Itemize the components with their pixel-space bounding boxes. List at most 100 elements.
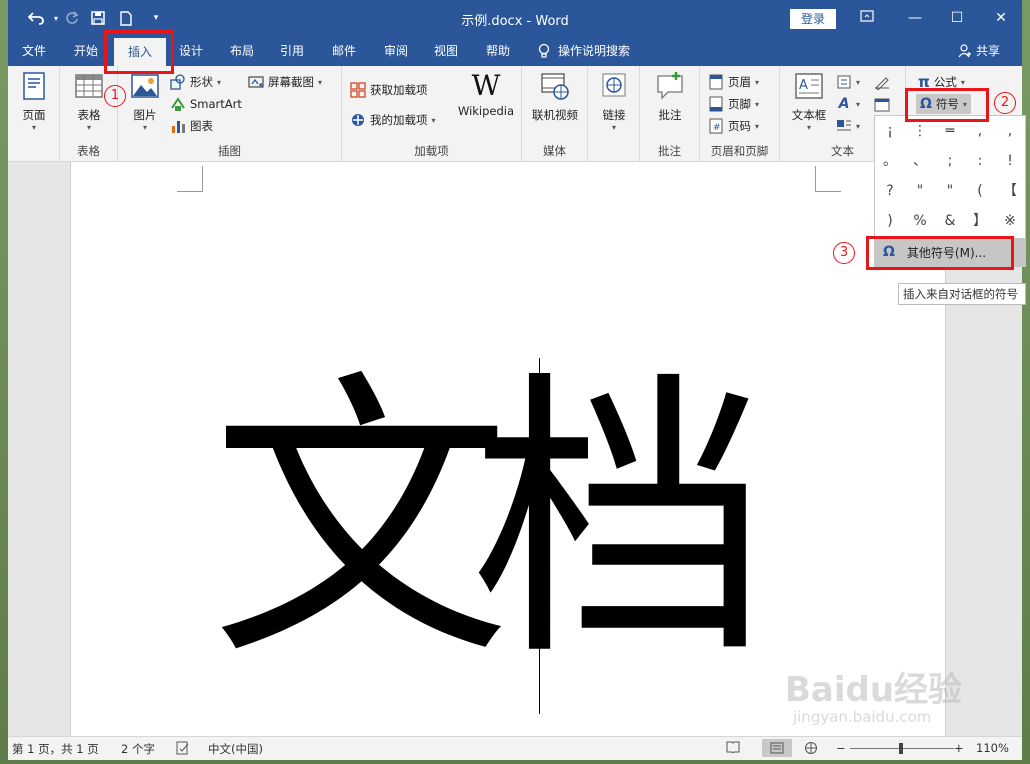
tab-file[interactable]: 文件 <box>14 36 54 66</box>
page-icon <box>23 72 45 100</box>
shapes-icon <box>170 74 185 90</box>
text-cursor <box>539 358 540 714</box>
quick-parts-button[interactable]: ▾ <box>836 72 860 92</box>
footer-button[interactable]: 页脚 ▾ <box>708 94 759 114</box>
symbol-cell[interactable]: ) <box>875 206 905 236</box>
tell-me-label: 操作说明搜索 <box>558 44 631 58</box>
group-media: 联机视频 媒体 <box>522 66 588 162</box>
page-number-button[interactable]: # 页码 ▾ <box>708 116 759 136</box>
pages-label: 页面 <box>22 108 46 122</box>
zoom-slider-thumb[interactable] <box>899 743 903 754</box>
annotation-box-symbol <box>905 88 989 122</box>
print-layout-icon[interactable] <box>762 739 792 757</box>
symbol-cell[interactable]: & <box>935 206 965 236</box>
zoom-level[interactable]: 110% <box>976 741 1009 755</box>
chevron-down-icon: ▾ <box>611 123 616 132</box>
page-count[interactable]: 第 1 页，共 1 页 <box>12 741 99 757</box>
symbol-cell[interactable]: 。 <box>875 146 905 176</box>
signature-line-button[interactable] <box>874 72 890 92</box>
group-label-addins: 加载项 <box>414 144 449 158</box>
tab-references[interactable]: 引用 <box>272 36 312 66</box>
group-addins: 获取加载项 我的加载项 ▾ W Wikipedia 加载项 <box>342 66 522 162</box>
comment-button[interactable]: 批注 <box>650 70 690 123</box>
chevron-down-icon: ▾ <box>755 99 760 109</box>
login-button[interactable]: 登录 <box>790 9 836 29</box>
symbol-cell[interactable]: 【 <box>995 176 1025 206</box>
symbol-cell[interactable]: 】 <box>965 206 995 236</box>
tab-design[interactable]: 设计 <box>171 36 211 66</box>
group-header-footer: 页眉 ▾ 页脚 ▾ # 页码 ▾ 页眉和页脚 <box>700 66 780 162</box>
new-document-icon[interactable] <box>116 8 136 28</box>
symbol-cell[interactable]: " <box>905 176 935 206</box>
header-button[interactable]: 页眉 ▾ <box>708 72 759 92</box>
tab-mailings[interactable]: 邮件 <box>324 36 364 66</box>
date-time-button[interactable] <box>874 94 890 114</box>
share-button[interactable]: 共享 <box>958 36 1000 66</box>
language[interactable]: 中文(中国) <box>208 741 263 757</box>
chevron-down-icon: ▾ <box>86 123 91 132</box>
tab-view[interactable]: 视图 <box>426 36 466 66</box>
minimize-icon[interactable]: — <box>902 6 928 30</box>
symbol-cell[interactable]: ! <box>995 146 1025 176</box>
symbol-cell[interactable]: ( <box>965 176 995 206</box>
dropcap-button[interactable]: ▾ <box>836 116 860 136</box>
table-button[interactable]: 表格 ▾ <box>70 70 108 132</box>
tab-help[interactable]: 帮助 <box>478 36 518 66</box>
header-label: 页眉 <box>728 75 751 89</box>
web-layout-icon[interactable] <box>804 741 818 758</box>
shapes-button[interactable]: 形状 ▾ <box>170 72 221 92</box>
links-label: 链接 <box>602 108 626 122</box>
annotation-number: 3 <box>833 242 855 264</box>
footer-icon <box>709 96 723 112</box>
tooltip: 插入来自对话框的符号 <box>898 283 1026 305</box>
undo-icon[interactable] <box>26 8 46 28</box>
online-video-button[interactable]: 联机视频 <box>528 70 582 123</box>
my-addins-icon <box>352 114 364 126</box>
chart-button[interactable]: 图表 <box>170 116 213 136</box>
chevron-down-icon: ▾ <box>318 77 323 87</box>
shapes-label: 形状 <box>190 75 213 89</box>
symbol-cell[interactable]: % <box>905 206 935 236</box>
zoom-in-icon[interactable]: + <box>954 741 964 755</box>
watermark-brand: Baidu经验 <box>785 670 963 710</box>
zoom-out-icon[interactable]: − <box>836 741 846 755</box>
textbox-button[interactable]: A 文本框 ▾ <box>786 70 832 132</box>
smartart-button[interactable]: SmartArt <box>170 94 242 114</box>
wordart-button[interactable]: A ▾ <box>836 94 860 114</box>
chevron-down-icon: ▾ <box>755 77 760 87</box>
pictures-button[interactable]: 图片 ▾ <box>128 70 162 132</box>
tab-layout[interactable]: 布局 <box>222 36 262 66</box>
customize-toolbar-icon[interactable]: ▾ <box>146 8 166 28</box>
pages-button[interactable]: 页面 ▾ <box>16 70 52 132</box>
symbol-cell[interactable]: , <box>995 116 1025 146</box>
get-addins-button[interactable]: 获取加载项 <box>350 80 428 100</box>
my-addins-button[interactable]: 我的加载项 ▾ <box>350 110 436 130</box>
links-button[interactable]: 链接 ▾ <box>596 70 632 132</box>
chevron-down-icon: ▾ <box>431 115 436 125</box>
symbol-cell[interactable]: ¡ <box>875 116 905 146</box>
word-count[interactable]: 2 个字 <box>121 741 155 757</box>
redo-icon[interactable] <box>62 8 82 28</box>
save-icon[interactable] <box>88 8 108 28</box>
document-text-char: 档 <box>471 347 771 696</box>
tell-me-search[interactable]: 操作说明搜索 <box>538 36 630 66</box>
page-number-label: 页码 <box>728 119 751 133</box>
symbol-cell[interactable]: 、 <box>905 146 935 176</box>
maximize-icon[interactable]: ☐ <box>944 6 970 30</box>
symbol-cell[interactable]: ※ <box>995 206 1025 236</box>
symbol-cell[interactable]: " <box>935 176 965 206</box>
symbol-cell[interactable]: ; <box>935 146 965 176</box>
read-mode-icon[interactable] <box>726 741 740 756</box>
tab-review[interactable]: 审阅 <box>376 36 416 66</box>
svg-text:A: A <box>799 78 808 93</box>
screenshot-button[interactable]: 屏幕截图 ▾ <box>248 72 322 92</box>
chart-icon <box>172 121 185 133</box>
close-icon[interactable]: ✕ <box>988 6 1014 30</box>
wikipedia-button[interactable]: W Wikipedia <box>454 70 518 119</box>
symbol-cell[interactable]: ? <box>875 176 905 206</box>
tab-home[interactable]: 开始 <box>66 36 106 66</box>
symbol-cell[interactable]: : <box>965 146 995 176</box>
ribbon-display-options-icon[interactable] <box>854 6 880 30</box>
proofing-icon[interactable] <box>176 741 190 758</box>
online-video-label: 联机视频 <box>532 108 578 122</box>
